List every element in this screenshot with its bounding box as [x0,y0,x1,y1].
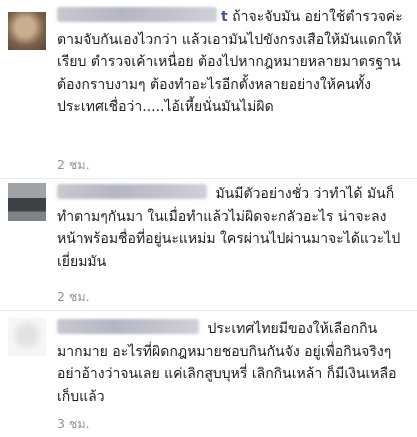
comment-body: มันมีตัวอย่างชั่ว ว่าทำได้ มันก็ทำตามๆกั… [57,183,409,273]
avatar-image [8,318,46,356]
comment-timestamp[interactable]: 2 ชม. [57,287,90,307]
commenter-name-blurred[interactable] [57,7,217,22]
commenter-name-tail[interactable]: t [221,9,228,25]
divider [0,310,417,311]
avatar[interactable] [8,318,46,356]
commenter-name-blurred[interactable] [57,184,207,199]
avatar[interactable] [8,183,46,221]
avatar-image [8,183,46,221]
avatar[interactable] [8,12,46,50]
comment-body: t ถ้าจะจับมัน อย่าใช้ตำรวจค่ะ ตามจับกันเ… [57,6,409,119]
comment-thread: t ถ้าจะจับมัน อย่าใช้ตำรวจค่ะ ตามจับกันเ… [0,0,417,437]
comment-timestamp[interactable]: 3 ชม. [57,414,90,434]
comment-body: ประเทศไทยมีของให้เลือกกินมากมาย อะไรที่ผ… [57,318,409,408]
commenter-name-blurred[interactable] [57,319,199,334]
comment-text: ถ้าจะจับมัน อย่าใช้ตำรวจค่ะ ตามจับกันเอง… [57,9,403,115]
comment-timestamp[interactable]: 2 ชม. [57,155,90,175]
avatar-image [8,12,46,50]
divider [0,178,417,179]
